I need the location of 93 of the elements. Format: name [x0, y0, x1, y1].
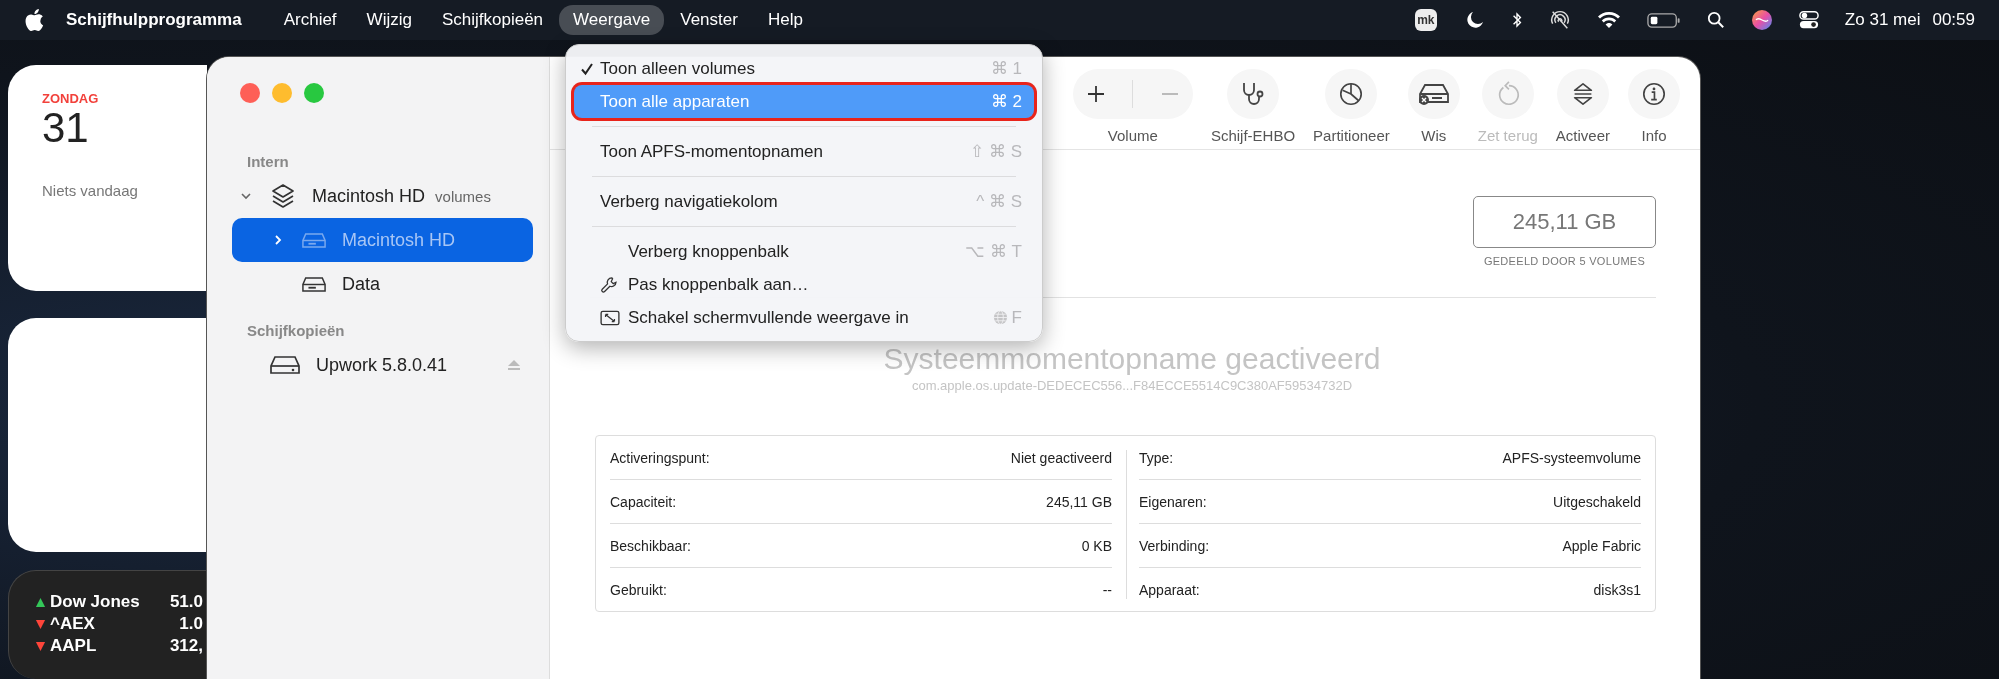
keyboard-shortcut: ⌥ ⌘ T	[965, 241, 1022, 262]
checkmark-icon	[580, 61, 594, 76]
calendar-widget[interactable]: ZONDAG 31 Niets vandaag	[8, 65, 207, 291]
up-triangle-icon	[35, 596, 46, 608]
sidebar-item-label: Data	[342, 273, 381, 295]
stock-name: AAPL	[50, 636, 98, 656]
menu-bar-date[interactable]: Zo 31 mei	[1844, 10, 1921, 30]
down-triangle-icon	[35, 640, 46, 652]
info-label: Gebruikt:	[610, 581, 667, 598]
disclosure-chevron-icon[interactable]	[240, 190, 252, 202]
down-triangle-icon	[35, 618, 46, 630]
app-menu[interactable]: Schijfhulpprogramma	[66, 10, 242, 30]
menu-item[interactable]: Toon APFS-momentopnamen ⇧ ⌘ S	[574, 135, 1034, 168]
calendar-day: 31	[42, 104, 207, 152]
info-value: disk3s1	[1593, 581, 1641, 598]
close-button[interactable]	[240, 83, 260, 103]
info-label: Type:	[1139, 449, 1174, 466]
layers-icon	[270, 183, 296, 209]
menu-item[interactable]: Verberg knoppenbalk ⌥ ⌘ T	[574, 235, 1034, 268]
toolbar-button[interactable]: Volume	[1072, 69, 1193, 144]
snapshot-title: Systeemmomentopname geactiveerd	[882, 342, 1382, 376]
info-label: Apparaat:	[1139, 581, 1200, 598]
menu-bar-time[interactable]: 00:59	[1932, 10, 1975, 30]
globe-icon	[992, 310, 1008, 325]
info-label: Verbinding:	[1139, 537, 1210, 554]
stock-value: 1.0	[178, 614, 203, 634]
search-icon[interactable]	[1706, 11, 1725, 29]
info-label: Capaciteit:	[610, 493, 677, 510]
stock-value: 312,	[168, 636, 203, 656]
sidebar-section-title: Schijfkopieën	[247, 322, 346, 339]
keyboard-shortcut: ⌘ 1	[990, 58, 1022, 79]
drive-icon	[302, 275, 326, 293]
info-icon	[1641, 81, 1667, 107]
stock-value: 51.0	[168, 592, 203, 612]
menu-item[interactable]: Schakel schermvullende weergave in F	[574, 301, 1034, 334]
sidebar-item[interactable]: Data	[232, 262, 533, 306]
capacity-value: 245,11 GB	[1473, 196, 1656, 248]
sidebar-item-label: Macintosh HD	[312, 185, 426, 207]
capacity-caption: GEDEELD DOOR 5 VOLUMES	[1483, 255, 1646, 267]
moon-icon[interactable]	[1464, 10, 1485, 30]
info-value: APFS-systeemvolume	[1502, 449, 1641, 466]
bluetooth-icon[interactable]	[1510, 10, 1523, 30]
info-label: Eigenaren:	[1139, 493, 1207, 510]
drive-icon	[302, 231, 326, 249]
menu-bar-item[interactable]: Schijfkopieën	[427, 5, 558, 35]
info-label: Beschikbaar:	[610, 537, 691, 554]
info-value: Uitgeschakeld	[1553, 493, 1641, 510]
apple-logo-icon[interactable]	[25, 9, 44, 31]
calendar-weekday: ZONDAG	[42, 91, 100, 106]
menu-bar-item[interactable]: Help	[753, 5, 817, 35]
toolbar-button[interactable]: Partitioneer	[1313, 69, 1390, 144]
sidebar-item-note: volumes	[435, 187, 491, 205]
menu-bar-item[interactable]: Venster	[666, 5, 752, 35]
sidebar-item[interactable]: Macintosh HD volumes	[232, 174, 533, 218]
menu-bar-item[interactable]: Wijzig	[352, 5, 426, 35]
wrench-icon	[600, 275, 618, 294]
menu-bar-item[interactable]: Weergave	[559, 5, 665, 35]
sidebar-item-label: Macintosh HD	[342, 229, 456, 251]
keyboard-shortcut: ⇧ ⌘ S	[970, 141, 1022, 162]
keyboard-shortcut: F	[1011, 307, 1022, 328]
info-label: Activeringspunt:	[610, 449, 710, 466]
plus-icon[interactable]	[1086, 84, 1107, 104]
menu-item[interactable]: Toon alleen volumes ⌘ 1	[574, 52, 1034, 85]
app-status-badge[interactable]: mk	[1414, 9, 1437, 31]
snapshot-identifier: com.apple.os.update-DEDECEC556...F84ECCE5514C9C380AF59534732D	[910, 378, 1354, 393]
sidebar-section-title: Intern	[247, 153, 290, 170]
airdrop-off-icon[interactable]	[1548, 9, 1571, 31]
battery-icon[interactable]	[1646, 11, 1681, 29]
wifi-icon[interactable]	[1596, 11, 1621, 29]
info-value: 245,11 GB	[1046, 493, 1112, 510]
pie-chart-icon	[1338, 81, 1365, 107]
info-value: Niet geactiveerd	[1010, 449, 1112, 466]
menu-bar-item[interactable]: Archief	[269, 5, 351, 35]
sidebar-item-label: Upwork 5.8.0.41	[316, 354, 448, 376]
drive-erase-icon	[1417, 82, 1450, 106]
stocks-widget[interactable]: Dow Jones 51.0 ^AEX 1.0 AAPL 312,	[8, 570, 207, 679]
info-value: --	[1102, 581, 1112, 598]
toggles-icon[interactable]	[1798, 10, 1819, 30]
menu-item[interactable]: Verberg navigatiekolom ^ ⌘ S	[574, 185, 1034, 218]
keyboard-shortcut: ⌘ 2	[990, 91, 1022, 112]
fullscreen-icon	[600, 309, 620, 326]
sidebar-item[interactable]: Upwork 5.8.0.41	[232, 343, 533, 387]
toolbar-button[interactable]: Schijf-EHBO	[1210, 69, 1296, 144]
calendar-note: Niets vandaag	[42, 182, 139, 199]
info-value: 0 KB	[1081, 537, 1112, 554]
assistant-orb-icon[interactable]	[1750, 9, 1773, 31]
stock-name: Dow Jones	[50, 592, 141, 612]
stock-name: ^AEX	[50, 614, 96, 634]
disclosure-chevron-icon[interactable]	[272, 234, 284, 246]
menu-item[interactable]: Pas knoppenbalk aan…	[574, 268, 1034, 301]
drive-icon	[270, 354, 300, 376]
info-value: Apple Fabric	[1562, 537, 1641, 554]
keyboard-shortcut: ^ ⌘ S	[976, 191, 1022, 212]
